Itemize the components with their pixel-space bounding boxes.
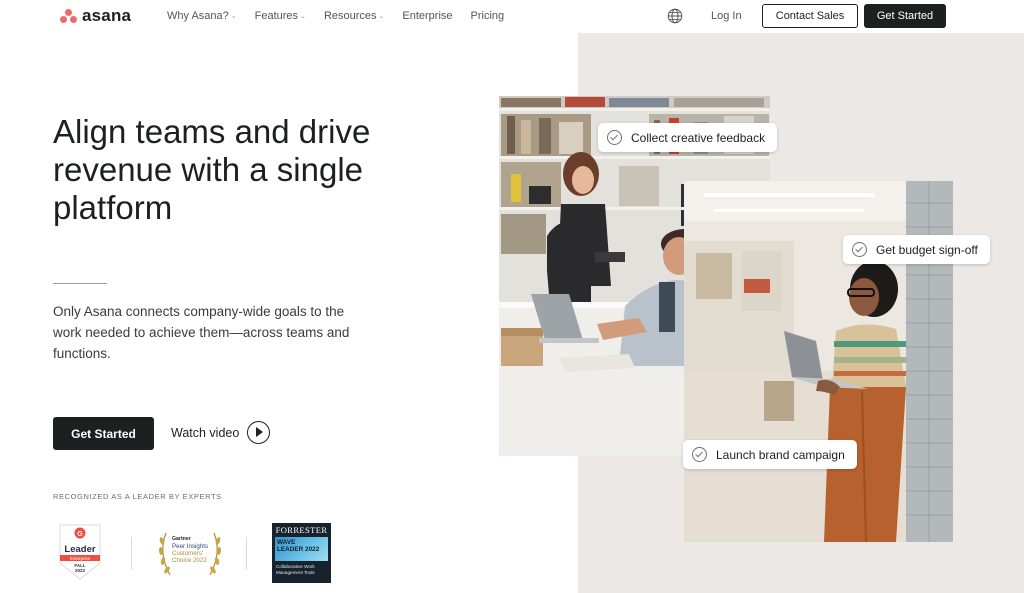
- hero-get-started-button[interactable]: Get Started: [53, 417, 154, 450]
- check-circle-icon: [852, 242, 867, 257]
- forrester-badge: FORRESTER WAVE LEADER 2022 Collaborative…: [272, 523, 331, 583]
- forrester-brand: FORRESTER: [275, 525, 328, 535]
- forrester-category: Collaborative Work Management Tools: [276, 564, 315, 575]
- nav-link-label: Pricing: [470, 10, 505, 22]
- chevron-down-icon: ⌄: [378, 13, 385, 20]
- hero-title: Align teams and drive revenue with a sin…: [53, 113, 371, 226]
- task-chip-label: Get budget sign-off: [876, 242, 978, 257]
- nav-get-started-button[interactable]: Get Started: [864, 4, 946, 28]
- gartner-text: Gartner Peer Insights Customers' Choice …: [172, 536, 222, 564]
- contact-sales-button[interactable]: Contact Sales: [762, 4, 858, 28]
- forrester-line1: WAVE: [277, 539, 296, 546]
- nav-enterprise[interactable]: Enterprise: [402, 10, 452, 22]
- nav-features[interactable]: Features ⌄: [255, 10, 306, 22]
- nav-link-label: Resources: [323, 10, 377, 22]
- divider: [53, 283, 107, 284]
- gartner-line1: Peer Insights: [172, 543, 209, 550]
- chevron-down-icon: ⌄: [300, 13, 306, 20]
- gartner-line2: Customers': [172, 550, 204, 557]
- logo-text: asana: [82, 6, 132, 25]
- nav-why-asana[interactable]: Why Asana? ⌄: [167, 10, 237, 22]
- badge-separator: [246, 537, 247, 570]
- gartner-brand: Gartner: [172, 536, 191, 542]
- nav-links: Why Asana? ⌄ Features ⌄ Resources ⌄ Ente…: [167, 10, 504, 22]
- g2-label: Leader: [64, 544, 95, 555]
- asana-logo[interactable]: asana: [60, 6, 131, 26]
- watch-video-label: Watch video: [171, 425, 240, 440]
- g2-category: Enterprise: [70, 556, 91, 561]
- check-circle-icon: [607, 130, 622, 145]
- hero-subtitle: Only Asana connects company-wide goals t…: [53, 304, 350, 361]
- nav-resources[interactable]: Resources ⌄: [324, 10, 384, 22]
- forrester-line2: LEADER 2022: [277, 546, 320, 553]
- task-chip-label: Collect creative feedback: [631, 130, 766, 145]
- nav-link-label: Features: [254, 10, 299, 22]
- task-chip: Launch brand campaign: [683, 440, 857, 469]
- nav-pricing[interactable]: Pricing: [471, 10, 505, 22]
- task-chip-label: Launch brand campaign: [716, 447, 845, 462]
- chevron-down-icon: ⌄: [230, 13, 237, 20]
- check-circle-icon: [692, 447, 707, 462]
- asana-logo-icon: [60, 9, 77, 23]
- recognized-label: RECOGNIZED AS A LEADER BY EXPERTS: [53, 492, 222, 501]
- gartner-badge: Gartner Peer Insights Customers' Choice …: [156, 527, 224, 583]
- nav-link-label: Why Asana?: [167, 10, 229, 22]
- gartner-line3: Choice 2022: [172, 557, 207, 564]
- g2-year: 2022: [75, 568, 86, 573]
- forrester-wave: WAVE LEADER 2022: [277, 539, 319, 553]
- top-nav: asana Why Asana? ⌄ Features ⌄ Resources …: [0, 0, 1024, 33]
- task-chip: Get budget sign-off: [843, 235, 990, 264]
- play-icon: [247, 421, 271, 444]
- badge-separator: [131, 537, 132, 570]
- nav-link-label: Enterprise: [402, 10, 453, 22]
- globe-icon[interactable]: [667, 8, 683, 24]
- task-chip: Collect creative feedback: [598, 123, 778, 152]
- svg-text:G: G: [77, 531, 83, 538]
- watch-video-button[interactable]: Watch video: [171, 421, 271, 444]
- login-link[interactable]: Log In: [711, 10, 742, 22]
- g2-leader-badge: G Leader Enterprise FALL 2022: [59, 524, 101, 580]
